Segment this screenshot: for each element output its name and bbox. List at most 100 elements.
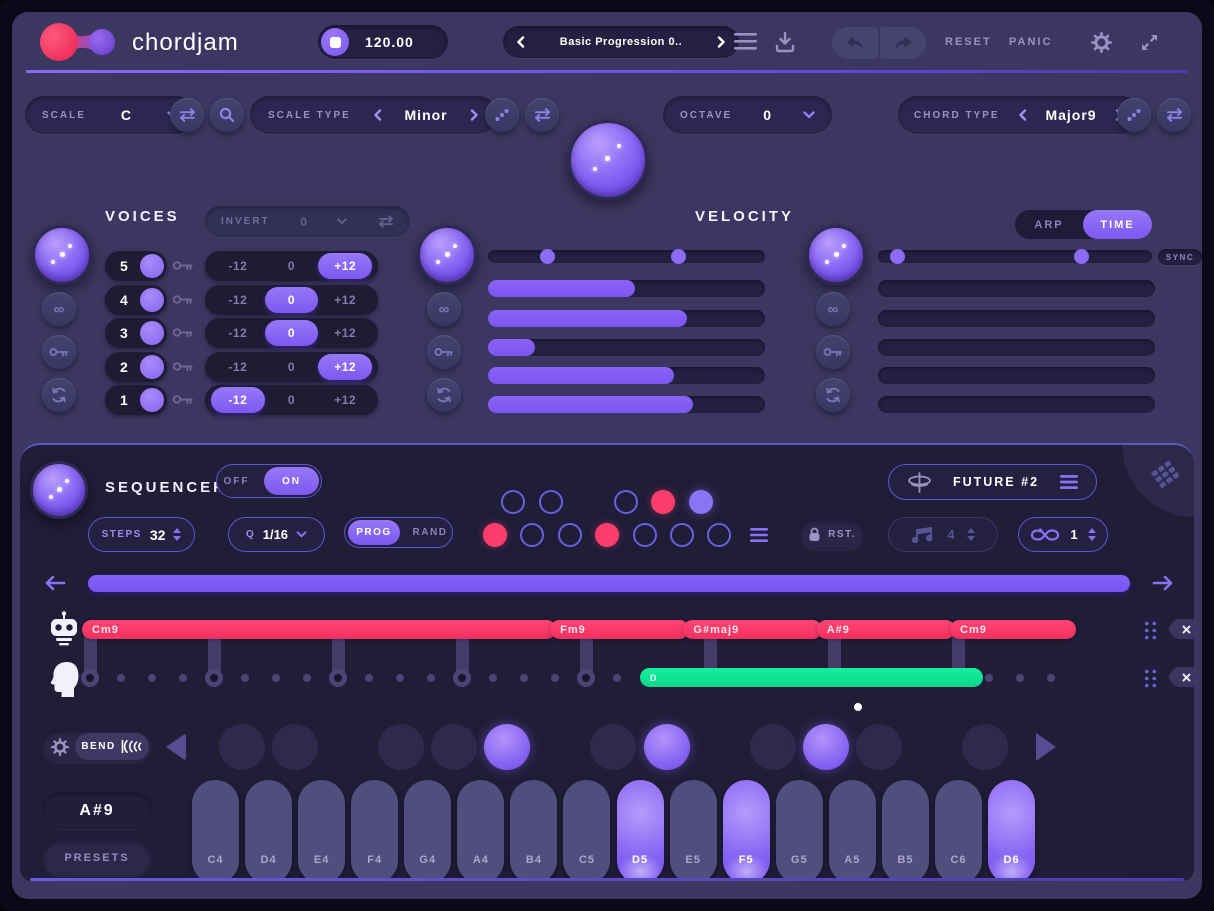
time-key-lock-button[interactable] <box>816 335 850 369</box>
step-dot[interactable] <box>148 674 156 682</box>
presets-button[interactable]: PRESETS <box>42 840 152 876</box>
stepper-updown-icon[interactable] <box>1087 528 1096 541</box>
pattern-menu-icon[interactable] <box>750 528 768 542</box>
step-dot[interactable] <box>427 674 435 682</box>
keyboard-right-arrow[interactable] <box>1036 733 1056 761</box>
menu-icon[interactable] <box>734 33 757 51</box>
pad-C#6[interactable] <box>961 724 1008 770</box>
key-link-icon[interactable] <box>172 259 196 273</box>
grid-corner-icon[interactable] <box>1148 457 1182 491</box>
page-left-arrow[interactable] <box>44 575 66 591</box>
slider-handle[interactable] <box>670 249 686 264</box>
velocity-bar[interactable] <box>488 396 765 413</box>
slider-handle[interactable] <box>540 249 556 264</box>
chord-block[interactable]: A#9 <box>816 620 956 639</box>
sequencer-onoff-toggle[interactable]: OFF ON <box>216 464 322 498</box>
note-lane-drag-handle[interactable] <box>1142 667 1157 688</box>
step-dot[interactable] <box>1016 674 1024 682</box>
octave-option[interactable]: -12 <box>211 354 265 380</box>
octave-option[interactable]: 0 <box>265 387 319 413</box>
step-dot[interactable] <box>303 674 311 682</box>
key-link-icon[interactable] <box>172 326 196 340</box>
pad-F#5[interactable] <box>749 724 796 770</box>
step-dot[interactable] <box>489 674 497 682</box>
gear-icon[interactable] <box>51 737 69 756</box>
time-random-knob[interactable] <box>806 225 866 285</box>
octave-option[interactable]: 0 <box>264 320 319 346</box>
chevron-left-icon[interactable] <box>516 36 525 48</box>
chevron-down-icon[interactable] <box>337 218 348 225</box>
resize-icon[interactable] <box>1140 33 1159 52</box>
voice-enable-dot[interactable] <box>140 254 164 278</box>
sequencer-random-knob[interactable] <box>30 461 88 519</box>
pattern-dot[interactable] <box>688 490 713 514</box>
voice-toggle[interactable]: 1 <box>105 385 167 415</box>
step-dot[interactable] <box>272 674 280 682</box>
arp-time-toggle[interactable]: ARP TIME <box>1015 210 1152 239</box>
key-B4[interactable]: B4 <box>510 780 558 881</box>
time-tab[interactable]: TIME <box>1083 210 1152 239</box>
note-lane-clear-button[interactable] <box>1168 667 1194 687</box>
scale-type-select[interactable]: SCALE TYPE Minor <box>250 96 497 134</box>
voice-toggle[interactable]: 5 <box>105 251 167 281</box>
step-ring[interactable] <box>453 669 471 687</box>
seq-preset-name[interactable]: FUTURE #2 <box>953 475 1039 489</box>
chevron-left-icon[interactable] <box>1018 109 1027 121</box>
octave-option[interactable]: +12 <box>318 354 373 380</box>
chord-type-swap-button[interactable] <box>1157 98 1191 132</box>
voice-toggle[interactable]: 2 <box>105 352 167 382</box>
time-bar[interactable] <box>878 280 1155 297</box>
pad-C#5[interactable] <box>590 724 637 770</box>
time-bar[interactable] <box>878 367 1155 384</box>
bend-button[interactable]: BEND <box>75 733 149 760</box>
rand-option[interactable]: RAND <box>408 527 452 538</box>
pad-D#4[interactable] <box>272 724 319 770</box>
chord-lane-drag-handle[interactable] <box>1142 619 1157 640</box>
voice-toggle[interactable]: 4 <box>105 285 167 315</box>
sync-badge[interactable]: SYNC <box>1158 249 1202 265</box>
pattern-dot[interactable] <box>520 523 545 547</box>
octave-option[interactable]: +12 <box>318 320 372 346</box>
octave-option[interactable]: -12 <box>211 287 265 313</box>
chevron-down-icon[interactable] <box>296 531 307 538</box>
head-icon[interactable] <box>48 661 80 697</box>
octave-option[interactable]: 0 <box>265 354 319 380</box>
key-F4[interactable]: F4 <box>351 780 399 881</box>
time-range-slider[interactable] <box>878 249 1152 264</box>
chord-lane-clear-button[interactable] <box>1168 619 1194 639</box>
velocity-loop-button[interactable]: ∞ <box>427 292 461 326</box>
velocity-cycle-button[interactable] <box>427 378 461 412</box>
octave-option[interactable]: 0 <box>264 287 319 313</box>
key-B5[interactable]: B5 <box>881 780 929 881</box>
velocity-random-knob[interactable] <box>417 225 477 285</box>
on-option[interactable]: ON <box>264 467 319 495</box>
octave-option[interactable]: +12 <box>318 387 372 413</box>
reset-button[interactable]: RESET <box>945 36 992 48</box>
key-E4[interactable]: E4 <box>298 780 346 881</box>
pad-F#4[interactable] <box>378 724 425 770</box>
voice-enable-dot[interactable] <box>140 321 164 345</box>
voice-enable-dot[interactable] <box>140 355 164 379</box>
key-C6[interactable]: C6 <box>934 780 982 881</box>
key-C5[interactable]: C5 <box>563 780 611 881</box>
gear-icon[interactable] <box>1091 32 1112 53</box>
preset-name[interactable]: Basic Progression 0.. <box>560 36 682 48</box>
step-dot[interactable] <box>241 674 249 682</box>
download-icon[interactable] <box>775 31 795 53</box>
step-dot[interactable] <box>365 674 373 682</box>
pad-A#5[interactable] <box>855 724 902 770</box>
scale-type-swap-button[interactable] <box>525 98 559 132</box>
velocity-bar[interactable] <box>488 339 765 356</box>
rate-stepper[interactable]: 4 <box>888 517 998 552</box>
pattern-dot[interactable] <box>595 523 620 547</box>
reset-lock-button[interactable]: RST. <box>800 519 864 550</box>
pattern-dot[interactable] <box>707 523 732 547</box>
time-cycle-button[interactable] <box>816 378 850 412</box>
velocity-bar[interactable] <box>488 280 765 297</box>
step-dot[interactable] <box>179 674 187 682</box>
loop-stepper[interactable]: 1 <box>1018 517 1108 552</box>
time-loop-button[interactable]: ∞ <box>816 292 850 326</box>
step-dot[interactable] <box>520 674 528 682</box>
key-link-icon[interactable] <box>172 360 196 374</box>
velocity-bar[interactable] <box>488 310 765 327</box>
